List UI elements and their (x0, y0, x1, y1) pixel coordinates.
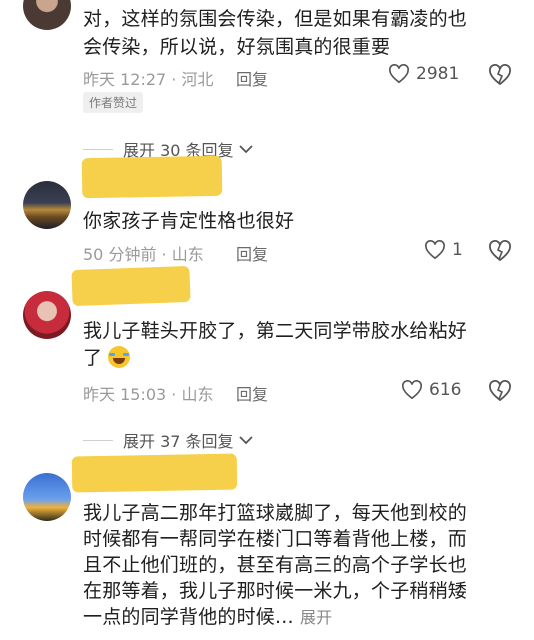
expand-text-link[interactable]: 展开 (300, 608, 332, 627)
comment-text-end: 一点的同学背他的时候... (83, 606, 294, 628)
avatar[interactable] (23, 473, 71, 521)
divider (83, 439, 113, 441)
comment-meta: 昨天 12:27 · 河北 (83, 70, 214, 89)
comment-text: 我儿子鞋头开胶了，第二天同学带胶水给粘好 (83, 320, 468, 342)
like-button[interactable]: 616 (401, 380, 461, 400)
expand-label: 展开 37 条回复 (123, 432, 234, 451)
like-count: 616 (429, 380, 462, 400)
redacted-username (71, 453, 238, 493)
comment-text: 时候都有一帮同学在楼门口等着背他上楼，而 (83, 528, 468, 550)
like-button[interactable]: 2981 (388, 64, 459, 84)
redacted-username (71, 265, 191, 307)
divider (83, 148, 113, 150)
comment-text: 了 (83, 345, 131, 371)
heart-icon (425, 240, 445, 260)
chevron-down-icon (238, 145, 253, 154)
comment-text: 对，这样的氛围会传染，但是如果有霸凌的也 (83, 8, 468, 30)
like-count: 1 (452, 240, 463, 260)
dislike-icon[interactable] (488, 380, 512, 402)
avatar[interactable] (23, 291, 71, 339)
avatar[interactable] (23, 181, 71, 229)
comment-text: 我儿子高二那年打篮球崴脚了，每天他到校的 (83, 502, 468, 524)
author-liked-badge: 作者赞过 (83, 92, 144, 113)
comment-text: 会传染，所以说，好氛围真的很重要 (83, 36, 391, 58)
dislike-icon[interactable] (488, 240, 512, 262)
avatar[interactable] (23, 0, 71, 30)
expand-replies-button[interactable]: 展开 37 条回复 (83, 428, 254, 452)
heart-icon (402, 380, 422, 400)
comment-text-end: 了 (83, 347, 103, 369)
reply-button[interactable]: 回复 (236, 241, 268, 265)
like-button[interactable]: 1 (424, 240, 463, 260)
reply-button[interactable]: 回复 (236, 381, 268, 405)
comment-meta: 50 分钟前 · 山东 (83, 245, 204, 264)
heart-icon (389, 64, 409, 84)
comment-text: 一点的同学背他的时候... 展开 (83, 604, 332, 631)
like-count: 2981 (416, 64, 460, 84)
comment-text: 你家孩子肯定性格也很好 (83, 210, 295, 232)
dislike-icon[interactable] (488, 64, 512, 86)
laughing-emoji-icon (108, 346, 131, 368)
comment-text: 且不止他们班的，甚至有高三的高个子学长也 (83, 554, 468, 576)
redacted-username (81, 155, 223, 199)
comment-meta: 昨天 15:03 · 山东 (83, 385, 214, 404)
comment-text: 在那等着，我儿子那时候一米九，个子稍稍矮 (83, 580, 468, 602)
chevron-down-icon (238, 436, 253, 445)
reply-button[interactable]: 回复 (236, 66, 268, 90)
